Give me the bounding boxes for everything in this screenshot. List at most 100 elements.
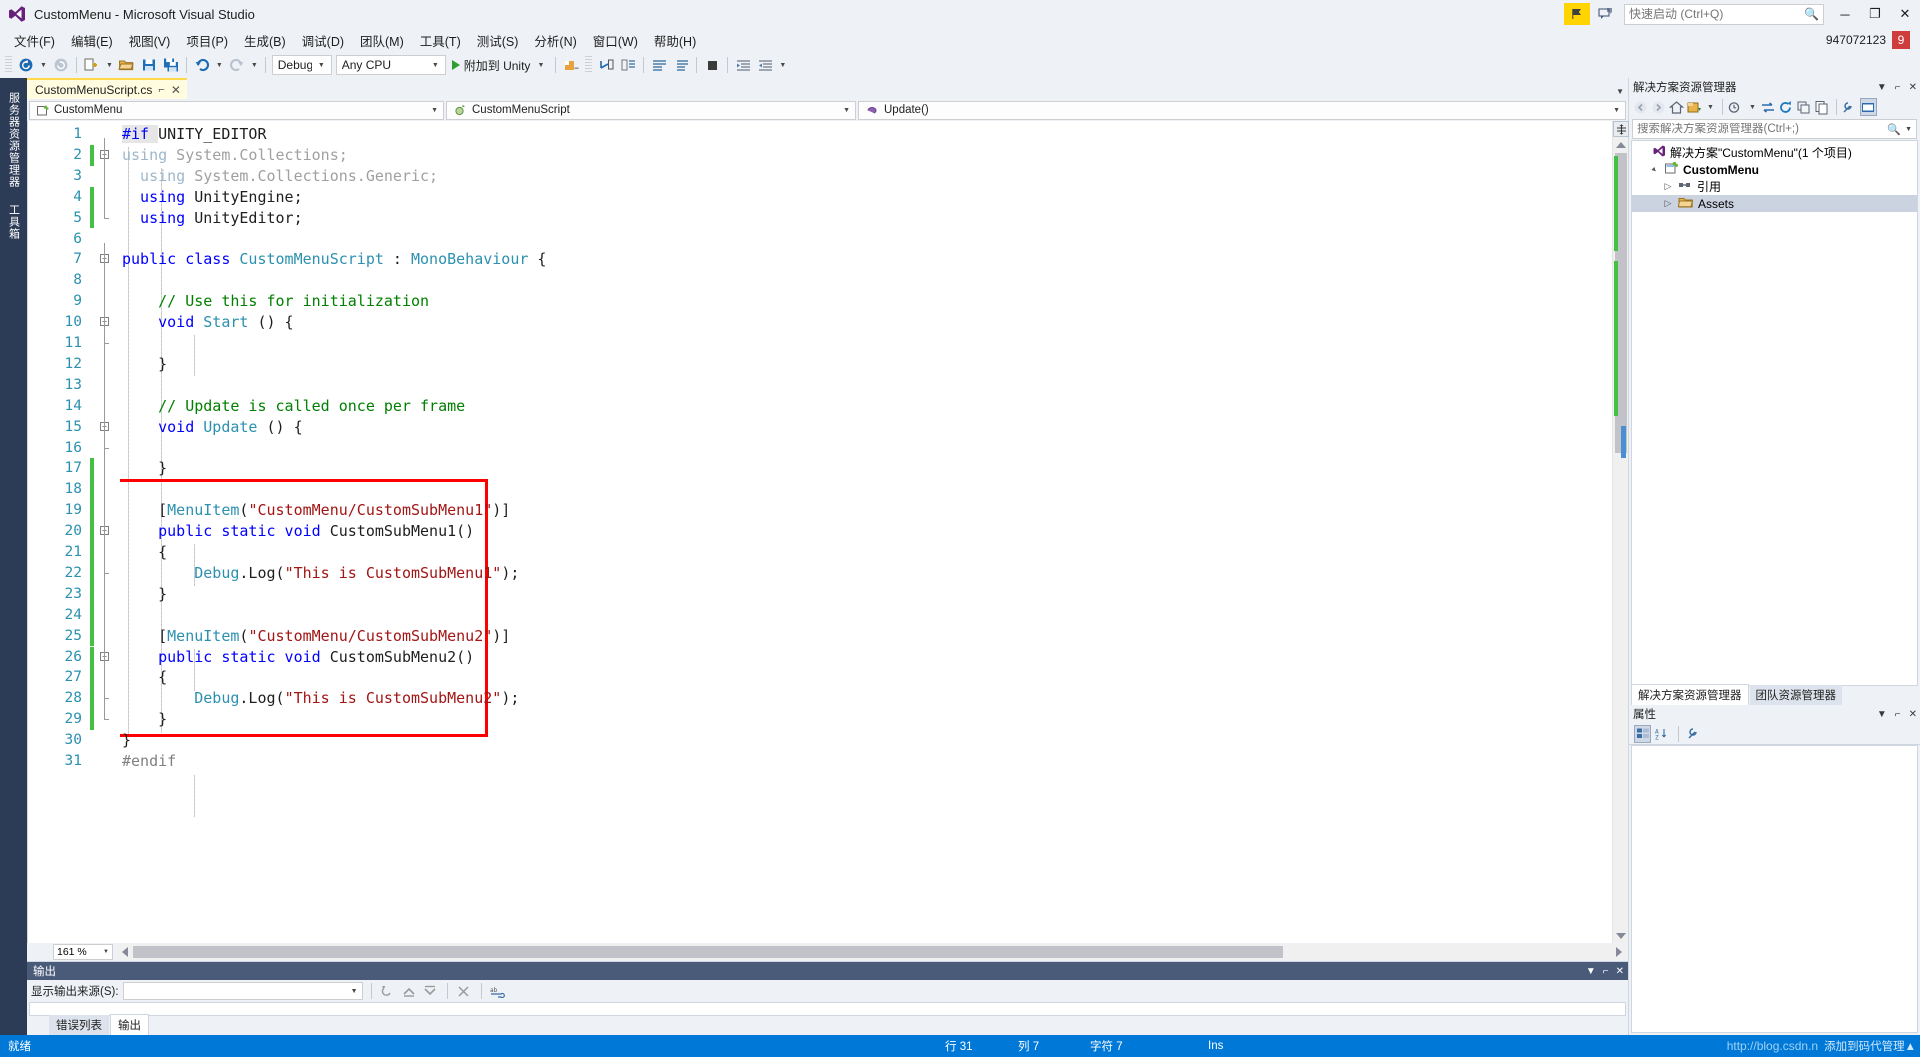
code-text-area[interactable]: #if UNITY_EDITOR using System.Collections… bbox=[120, 121, 1612, 943]
code-line[interactable]: } bbox=[122, 709, 167, 730]
split-view-button[interactable] bbox=[1613, 121, 1629, 137]
indent-button[interactable] bbox=[732, 54, 754, 76]
save-all-button[interactable] bbox=[160, 54, 182, 76]
notifications-button[interactable] bbox=[1564, 3, 1590, 25]
comment-lines-button[interactable] bbox=[648, 54, 670, 76]
go-to-prev-icon[interactable] bbox=[401, 982, 418, 1000]
go-to-next-icon[interactable] bbox=[422, 982, 439, 1000]
code-editor[interactable]: 1 2 3 4 5 6 7 8 9 10 11 12 13 14 15 16 17 18 19 20 21 22 23 24 2… bbox=[27, 121, 1629, 943]
member-dropdown[interactable]: Update() ▼ bbox=[858, 100, 1626, 120]
menu-view[interactable]: 视图(V) bbox=[121, 29, 179, 52]
code-line[interactable]: [MenuItem("CustomMenu/CustomSubMenu1")] bbox=[122, 500, 510, 521]
toggle-wordwrap-icon[interactable]: ab bbox=[490, 982, 507, 1000]
unity-package-button[interactable] bbox=[560, 54, 582, 76]
chevron-down-icon[interactable]: ▼ bbox=[1877, 82, 1887, 93]
close-icon[interactable]: ✕ bbox=[1909, 709, 1917, 720]
code-line[interactable]: using System.Collections; bbox=[122, 145, 348, 166]
code-line[interactable]: } bbox=[122, 458, 167, 479]
scroll-down-button[interactable] bbox=[1613, 929, 1629, 943]
collapse-all-icon[interactable] bbox=[1796, 98, 1813, 116]
solution-configuration-dropdown[interactable]: Debug ▼ bbox=[271, 55, 332, 75]
redo-button[interactable] bbox=[226, 54, 248, 76]
toolbox-tab[interactable]: 工具箱 bbox=[4, 196, 24, 248]
uncomment-lines-button[interactable] bbox=[670, 54, 692, 76]
tree-row-solution[interactable]: 解决方案"CustomMenu"(1 个项目) bbox=[1632, 144, 1917, 161]
undo-button[interactable] bbox=[191, 54, 213, 76]
code-line[interactable]: using System.Collections.Generic; bbox=[122, 166, 438, 187]
menu-help[interactable]: 帮助(H) bbox=[646, 29, 704, 52]
quick-launch-input[interactable] bbox=[1629, 7, 1805, 21]
categorized-icon[interactable] bbox=[1634, 724, 1651, 743]
toolbar-grip-2[interactable] bbox=[585, 56, 593, 74]
code-line[interactable]: #endif bbox=[122, 751, 176, 772]
twisty-icon[interactable]: ▷ bbox=[1662, 198, 1674, 209]
twisty-icon[interactable]: ▷ bbox=[1662, 181, 1674, 192]
quick-launch-box[interactable]: 🔍 bbox=[1624, 3, 1824, 25]
preview-icon[interactable] bbox=[1859, 98, 1877, 116]
chevron-down-icon[interactable]: ▼ bbox=[1746, 104, 1759, 111]
back-dropdown-arrow-icon[interactable]: ▼ bbox=[37, 62, 50, 69]
redo-dropdown-arrow-icon[interactable]: ▼ bbox=[248, 62, 261, 69]
pending-changes-icon[interactable] bbox=[1728, 98, 1745, 116]
step-over-button[interactable] bbox=[617, 54, 639, 76]
chevron-down-icon[interactable]: ▼ bbox=[1877, 709, 1887, 720]
account-area[interactable]: 947072123 9 bbox=[1826, 31, 1910, 49]
switch-views-icon[interactable] bbox=[1686, 98, 1703, 116]
solution-explorer-tree[interactable]: 解决方案"CustomMenu"(1 个项目) ▲ CustomMenu ▷ 引… bbox=[1631, 140, 1918, 686]
menu-edit[interactable]: 编辑(E) bbox=[63, 29, 121, 52]
scroll-left-button[interactable] bbox=[117, 947, 132, 957]
undo-dropdown-arrow-icon[interactable]: ▼ bbox=[213, 62, 226, 69]
code-line[interactable]: using UnityEngine; bbox=[122, 187, 303, 208]
properties-grid[interactable] bbox=[1631, 745, 1918, 1033]
code-line[interactable]: { bbox=[122, 542, 167, 563]
search-icon[interactable]: 🔍 bbox=[1887, 123, 1901, 136]
navigate-forward-button[interactable] bbox=[50, 54, 72, 76]
chevron-down-icon[interactable]: ▼ bbox=[1586, 966, 1596, 977]
pin-icon[interactable]: ⌐ bbox=[1603, 966, 1609, 977]
tab-team-explorer[interactable]: 团队资源管理器 bbox=[1749, 685, 1842, 705]
navigate-backward-button[interactable] bbox=[15, 54, 37, 76]
output-source-dropdown[interactable]: ▼ bbox=[122, 982, 363, 1000]
code-line[interactable]: public static void CustomSubMenu2() bbox=[122, 647, 474, 668]
close-icon[interactable]: ✕ bbox=[1616, 966, 1624, 977]
zoom-level-dropdown[interactable]: 161 % ▼ bbox=[53, 944, 113, 960]
tab-output[interactable]: 输出 bbox=[110, 1014, 149, 1035]
solution-platform-dropdown[interactable]: Any CPU ▼ bbox=[335, 55, 446, 75]
code-line[interactable]: public class CustomMenuScript : MonoBeha… bbox=[122, 249, 546, 270]
code-line[interactable]: // Use this for initialization bbox=[122, 291, 429, 312]
step-into-button[interactable] bbox=[595, 54, 617, 76]
forward-icon[interactable] bbox=[1650, 98, 1667, 116]
tab-error-list[interactable]: 错误列表 bbox=[49, 1015, 109, 1035]
scroll-right-button[interactable] bbox=[1611, 947, 1626, 957]
show-all-files-icon[interactable] bbox=[1814, 98, 1831, 116]
code-line[interactable]: [MenuItem("CustomMenu/CustomSubMenu2")] bbox=[122, 626, 510, 647]
save-button[interactable] bbox=[138, 54, 160, 76]
minimize-button[interactable]: ─ bbox=[1830, 0, 1860, 28]
type-dropdown[interactable]: CustomMenuScript ▼ bbox=[446, 100, 856, 120]
refresh-icon[interactable] bbox=[1778, 98, 1795, 116]
code-line[interactable]: public static void CustomSubMenu1() bbox=[122, 521, 474, 542]
tree-row-references[interactable]: ▷ 引用 bbox=[1632, 178, 1917, 195]
new-project-dropdown-arrow-icon[interactable]: ▼ bbox=[103, 62, 116, 69]
solution-explorer-search-input[interactable] bbox=[1637, 123, 1888, 135]
toolbar-overflow-icon[interactable]: ▼ bbox=[776, 62, 789, 69]
close-icon[interactable]: ✕ bbox=[171, 83, 181, 97]
document-tab-custommenuscript[interactable]: CustomMenuScript.cs ⌐ ✕ bbox=[27, 78, 187, 99]
new-project-button[interactable] bbox=[81, 54, 103, 76]
tree-row-project[interactable]: ▲ CustomMenu bbox=[1632, 161, 1917, 178]
sync-icon[interactable] bbox=[1760, 98, 1777, 116]
hscroll-thumb[interactable] bbox=[133, 946, 1283, 958]
clear-all-icon[interactable] bbox=[456, 982, 473, 1000]
pin-icon[interactable]: ⌐ bbox=[158, 84, 164, 96]
open-file-button[interactable] bbox=[116, 54, 138, 76]
tree-row-assets[interactable]: ▷ Assets bbox=[1632, 195, 1917, 212]
close-icon[interactable]: ✕ bbox=[1909, 82, 1917, 93]
chevron-down-icon[interactable]: ▼ bbox=[1905, 126, 1912, 133]
toolbar-grip[interactable] bbox=[5, 56, 12, 74]
code-line[interactable]: #if UNITY_EDITOR bbox=[122, 124, 267, 145]
code-line[interactable]: } bbox=[122, 584, 167, 605]
tab-overflow-icon[interactable]: ▼ bbox=[1616, 87, 1624, 96]
code-line[interactable]: // Update is called once per frame bbox=[122, 396, 465, 417]
editor-vertical-scrollbar[interactable] bbox=[1612, 121, 1629, 943]
code-line[interactable]: void Start () { bbox=[122, 312, 293, 333]
